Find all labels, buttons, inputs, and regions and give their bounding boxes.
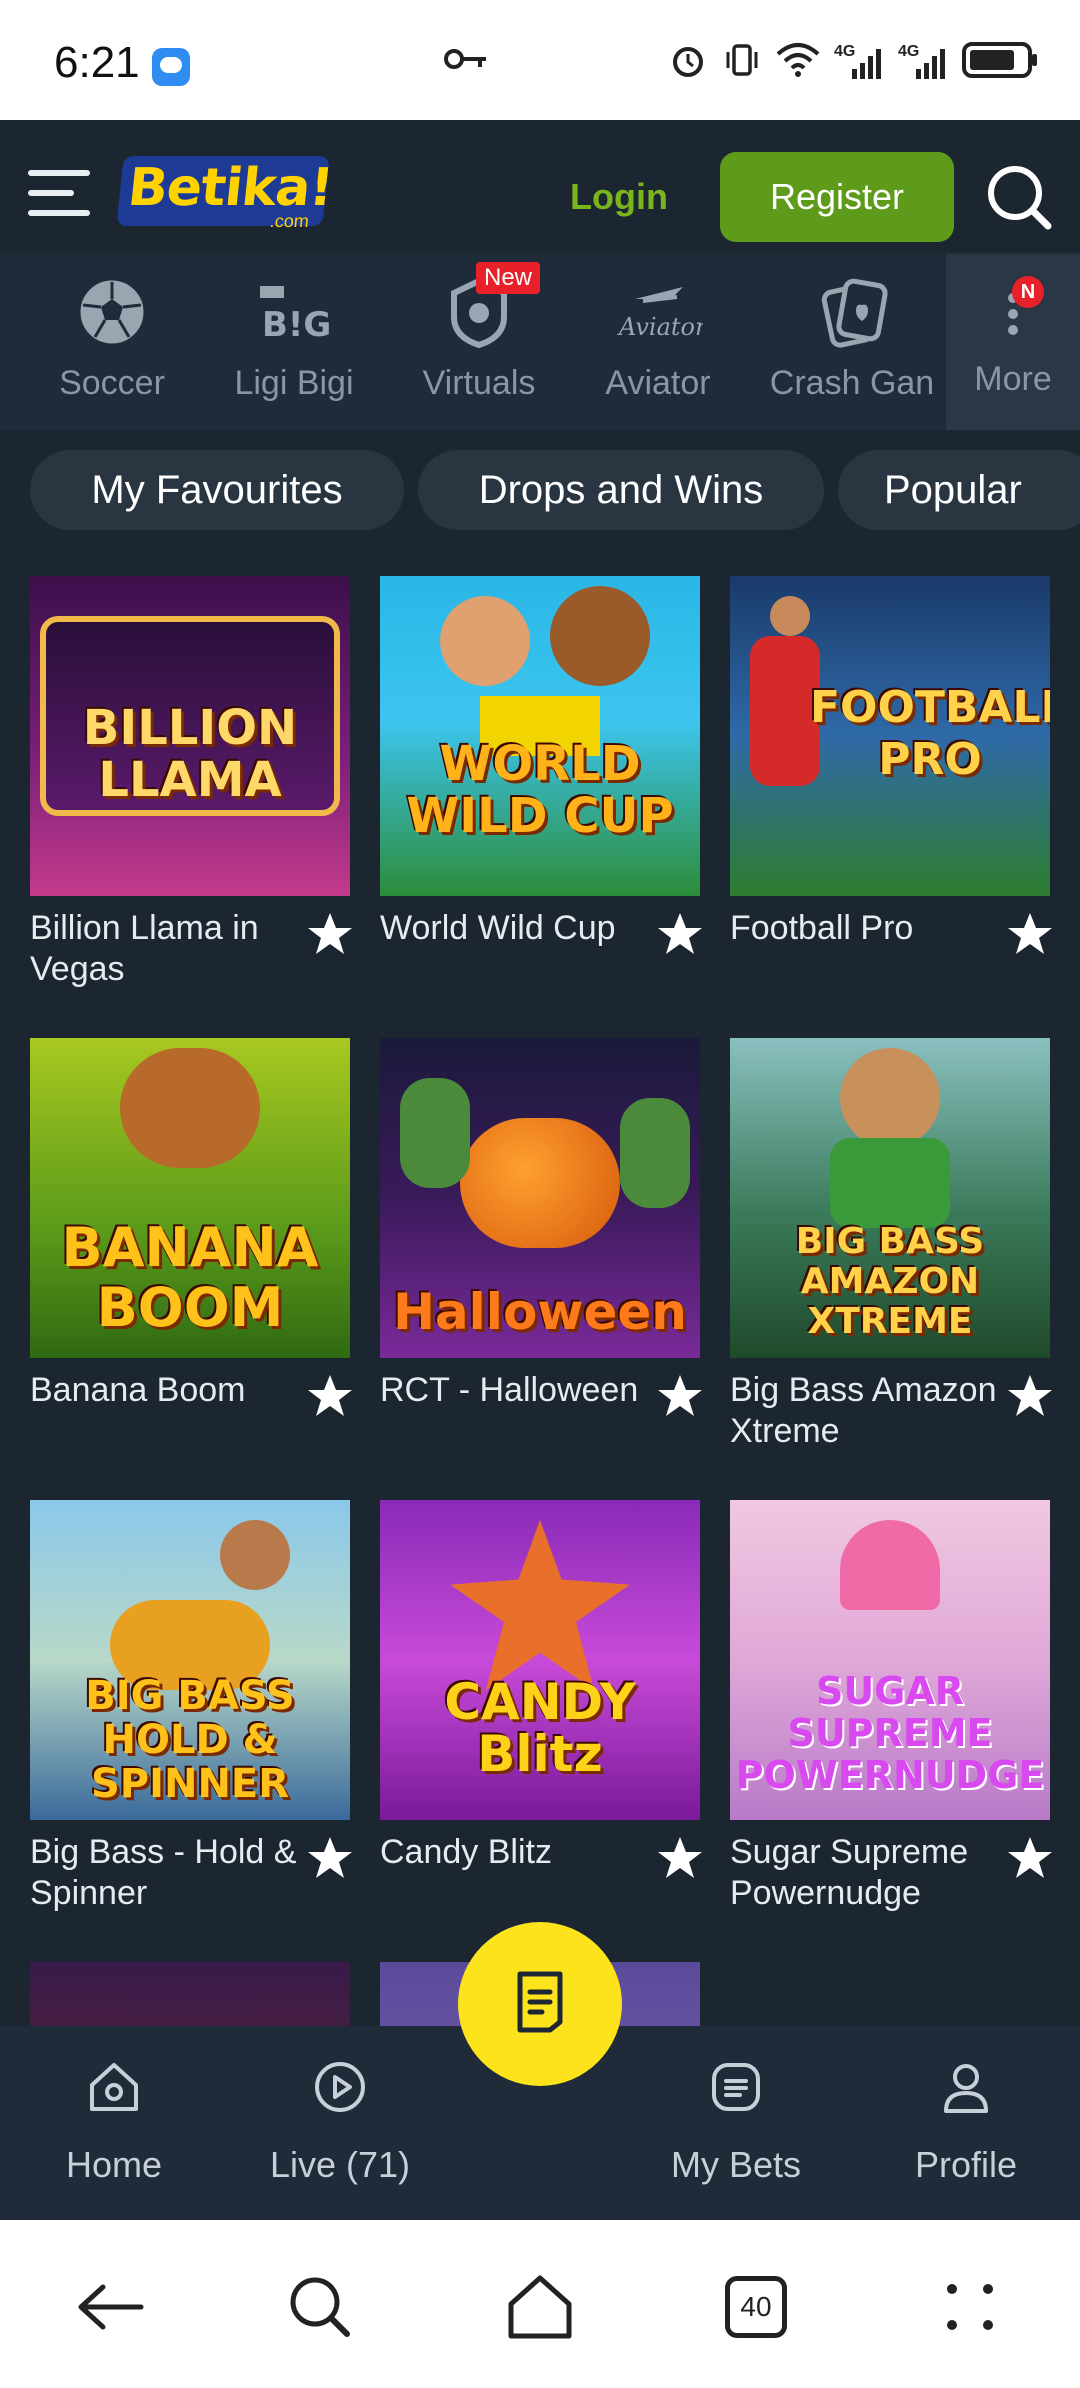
back-arrow-icon[interactable] bbox=[70, 2272, 150, 2342]
tabs-icon[interactable]: 40 bbox=[716, 2272, 796, 2342]
favourite-star-icon[interactable] bbox=[1006, 1372, 1054, 1420]
search-icon[interactable] bbox=[984, 162, 1054, 232]
chip-my-favourites[interactable]: My Favourites bbox=[30, 450, 404, 530]
game-name: Billion Llama in Vegas bbox=[30, 909, 259, 988]
alarm-icon bbox=[668, 40, 708, 85]
game-name: Sugar Supreme Powernudge bbox=[730, 1833, 969, 1912]
play-circle-icon bbox=[240, 2050, 440, 2124]
favourite-star-icon[interactable] bbox=[1006, 1834, 1054, 1882]
game-tile[interactable] bbox=[30, 1962, 350, 2026]
game-tile[interactable]: BANANA BOOM Banana Boom bbox=[30, 1038, 352, 1416]
chip-drops-and-wins[interactable]: Drops and Wins bbox=[418, 450, 824, 530]
nav-profile[interactable]: Profile bbox=[866, 2050, 1066, 2186]
game-thumbnail[interactable]: BILLION LLAMA bbox=[30, 576, 350, 896]
list-icon bbox=[636, 2050, 836, 2124]
nav-home[interactable]: Home bbox=[14, 2050, 214, 2186]
crash-games-icon bbox=[760, 272, 944, 352]
game-thumbnail[interactable]: Halloween bbox=[380, 1038, 700, 1358]
game-thumbnail[interactable] bbox=[30, 1962, 350, 2026]
search-icon[interactable] bbox=[280, 2272, 360, 2342]
status-icons: 4G 4G bbox=[668, 40, 1040, 85]
betika-logo[interactable]: Betika! .com bbox=[116, 156, 335, 231]
favourite-star-icon[interactable] bbox=[306, 910, 354, 958]
game-tile[interactable]: BIG BASS HOLD & SPINNER Big Bass - Hold … bbox=[30, 1500, 352, 1912]
category-soccer[interactable]: Soccer bbox=[22, 272, 202, 422]
game-grid: BILLION LLAMA Billion Llama in Vegas WOR… bbox=[0, 550, 1080, 2026]
battery-icon bbox=[962, 40, 1040, 85]
game-tile[interactable]: FOOTBALL PRO Football Pro bbox=[730, 576, 1052, 954]
svg-text:B!Gi: B!Gi bbox=[262, 305, 334, 344]
home-icon[interactable] bbox=[500, 2272, 580, 2342]
favourite-star-icon[interactable] bbox=[306, 1834, 354, 1882]
game-tile[interactable]: SUGAR SUPREME POWERNUDGE Sugar Supreme P… bbox=[730, 1500, 1052, 1912]
more-menu-icon[interactable] bbox=[930, 2272, 1010, 2342]
game-name: Candy Blitz bbox=[380, 1833, 552, 1871]
category-crash-games[interactable]: Crash Gan bbox=[760, 272, 944, 422]
game-thumbnail[interactable]: BIG BASS HOLD & SPINNER bbox=[30, 1500, 350, 1820]
soccer-ball-icon bbox=[22, 272, 202, 352]
category-ligi-bigi[interactable]: B!Gi Ligi Bigi bbox=[204, 272, 384, 422]
betslip-icon bbox=[510, 1968, 570, 2041]
game-tile[interactable]: BIG BASS AMAZON XTREME Big Bass Amazon X… bbox=[730, 1038, 1052, 1450]
game-name: RCT - Halloween bbox=[380, 1371, 639, 1409]
logo-domain: .com bbox=[268, 211, 310, 231]
game-thumbnail[interactable]: SUGAR SUPREME POWERNUDGE bbox=[730, 1500, 1050, 1820]
game-name: Big Bass Amazon Xtreme bbox=[730, 1371, 997, 1450]
signal-4g-icon: 4G bbox=[898, 43, 948, 83]
favourite-star-icon[interactable] bbox=[656, 1834, 704, 1882]
signal-4g-icon: 4G bbox=[834, 43, 884, 83]
chip-popular[interactable]: Popular bbox=[838, 450, 1080, 530]
system-nav-bar: 40 bbox=[0, 2220, 1080, 2388]
register-button[interactable]: Register bbox=[720, 152, 954, 242]
favourite-star-icon[interactable] bbox=[656, 1372, 704, 1420]
menu-icon[interactable] bbox=[28, 170, 90, 218]
game-name: Big Bass - Hold & Spinner bbox=[30, 1833, 297, 1912]
user-icon bbox=[866, 2050, 1066, 2124]
message-icon bbox=[152, 48, 190, 86]
filter-chips: My Favourites Drops and Wins Popular bbox=[0, 430, 1080, 550]
category-aviator[interactable]: Aviator Aviator bbox=[568, 272, 748, 422]
game-thumbnail[interactable]: FOOTBALL PRO bbox=[730, 576, 1050, 896]
notification-badge: N bbox=[1012, 276, 1044, 308]
betslip-button[interactable] bbox=[458, 1922, 622, 2086]
game-name: Banana Boom bbox=[30, 1371, 246, 1409]
game-thumbnail[interactable]: WORLD WILD CUP bbox=[380, 576, 700, 896]
game-thumbnail[interactable]: CANDY Blitz bbox=[380, 1500, 700, 1820]
game-name: Football Pro bbox=[730, 909, 914, 947]
game-thumbnail[interactable]: BIG BASS AMAZON XTREME bbox=[730, 1038, 1050, 1358]
key-icon bbox=[444, 46, 488, 77]
favourite-star-icon[interactable] bbox=[1006, 910, 1054, 958]
nav-my-bets[interactable]: My Bets bbox=[636, 2050, 836, 2186]
favourite-star-icon[interactable] bbox=[656, 910, 704, 958]
ligi-bigi-icon: B!Gi bbox=[204, 272, 384, 352]
aviator-icon: Aviator bbox=[568, 272, 748, 352]
nav-live[interactable]: Live (71) bbox=[240, 2050, 440, 2186]
login-button[interactable]: Login bbox=[570, 176, 668, 218]
wifi-icon bbox=[776, 42, 820, 83]
game-tile[interactable]: Halloween RCT - Halloween bbox=[380, 1038, 702, 1416]
status-time: 6:21 bbox=[54, 38, 140, 87]
vibrate-icon bbox=[722, 40, 762, 85]
app-header: Betika! .com Login Register bbox=[0, 120, 1080, 252]
logo-text: Betika! bbox=[125, 158, 336, 218]
status-bar: 6:21 4G 4G bbox=[0, 0, 1080, 120]
home-icon bbox=[14, 2050, 214, 2124]
favourite-star-icon[interactable] bbox=[306, 1372, 354, 1420]
game-tile[interactable]: WORLD WILD CUP World Wild Cup bbox=[380, 576, 702, 954]
game-tile[interactable]: BILLION LLAMA Billion Llama in Vegas bbox=[30, 576, 352, 988]
game-thumbnail[interactable]: BANANA BOOM bbox=[30, 1038, 350, 1358]
game-tile[interactable]: CANDY Blitz Candy Blitz bbox=[380, 1500, 702, 1878]
game-name: World Wild Cup bbox=[380, 909, 616, 947]
svg-text:Aviator: Aviator bbox=[617, 313, 703, 341]
new-badge: New bbox=[476, 262, 541, 294]
category-virtuals[interactable]: Virtuals bbox=[386, 272, 572, 422]
